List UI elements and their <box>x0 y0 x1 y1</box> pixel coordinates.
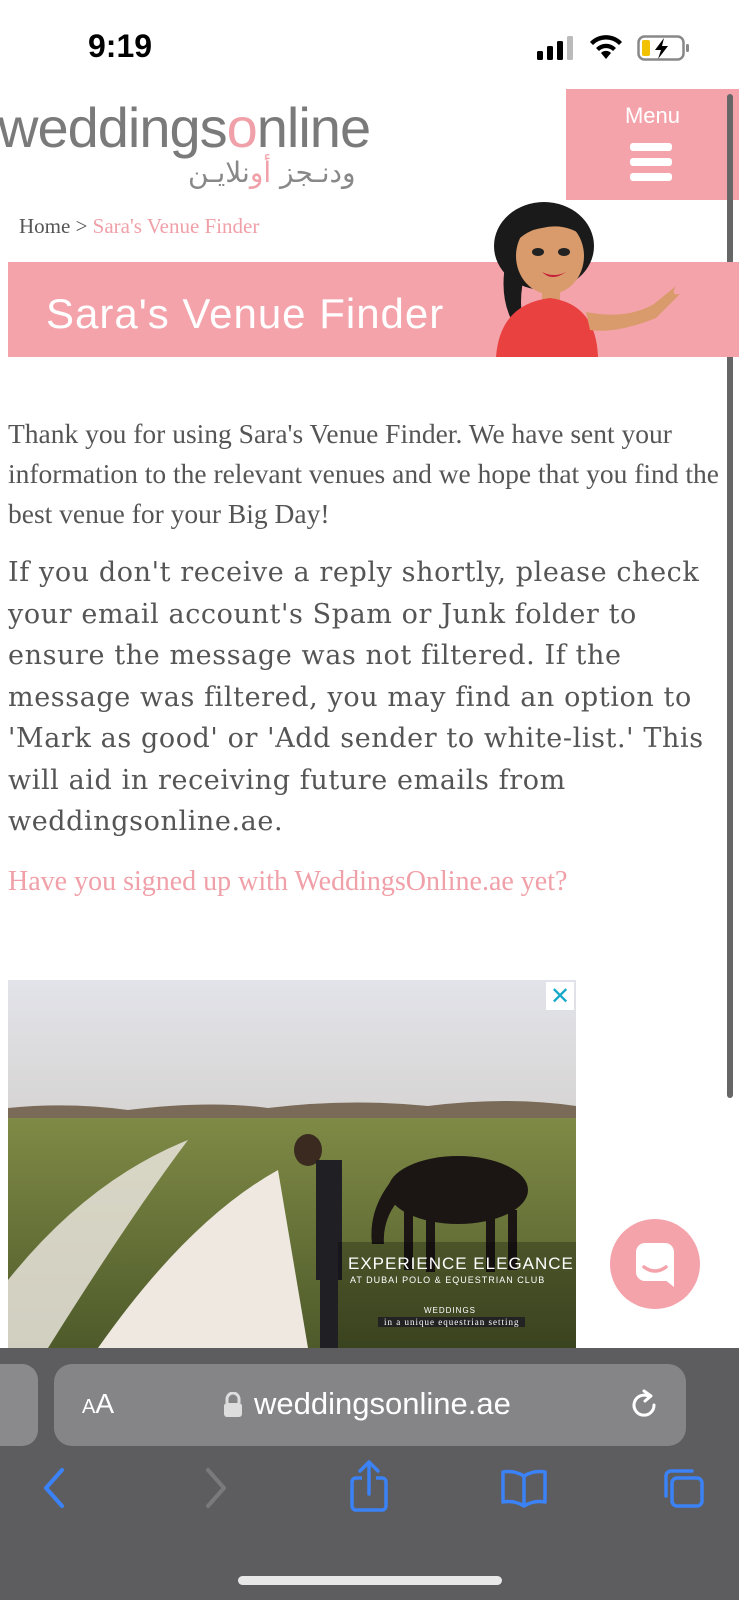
previous-tab-preview[interactable] <box>0 1364 38 1446</box>
logo-wordmark: weddingsonline <box>0 96 371 159</box>
content: Thank you for using Sara's Venue Finder.… <box>8 414 733 843</box>
status-icons <box>537 34 691 62</box>
back-icon[interactable] <box>40 1466 70 1510</box>
page-title: Sara's Venue Finder <box>46 290 445 337</box>
signal-icon <box>537 36 573 60</box>
ad-headline: EXPERIENCE ELEGANCE <box>348 1254 574 1273</box>
address-bar[interactable]: AA weddingsonline.ae <box>54 1364 686 1446</box>
breadcrumb-home[interactable]: Home <box>19 214 70 238</box>
ad-tagline: in a unique equestrian setting <box>378 1317 526 1327</box>
ad-label: WEDDINGS <box>424 1306 476 1315</box>
battery-charging-icon <box>637 35 689 61</box>
spam-notice-message: If you don't receive a reply shortly, pl… <box>8 557 704 837</box>
status-bar: 9:19 <box>0 0 739 90</box>
text-size-button[interactable]: AA <box>82 1388 114 1420</box>
home-indicator[interactable] <box>238 1576 502 1585</box>
menu-button[interactable]: Menu <box>566 89 739 200</box>
lock-icon <box>224 1392 242 1417</box>
site-logo[interactable]: weddingsonline ودنـجز أونلايـن <box>0 96 371 190</box>
logo-arabic: ودنـجز أونلايـن <box>188 156 356 189</box>
bookmarks-icon[interactable] <box>500 1468 548 1508</box>
ad-wedding-photo <box>8 980 576 1348</box>
ad-close-button[interactable]: ✕ <box>546 982 574 1010</box>
signup-link[interactable]: Have you signed up with WeddingsOnline.a… <box>8 866 567 898</box>
wifi-icon <box>590 35 622 59</box>
tabs-icon[interactable] <box>660 1466 706 1510</box>
sara-mascot-illustration <box>494 202 680 357</box>
thank-you-message: Thank you for using Sara's Venue Finder.… <box>8 418 719 529</box>
advertisement[interactable]: EXPERIENCE ELEGANCE AT DUBAI POLO & EQUE… <box>8 980 576 1348</box>
forward-icon[interactable] <box>200 1466 230 1510</box>
status-time: 9:19 <box>88 28 153 64</box>
safari-toolbar <box>0 1460 739 1530</box>
url-text: weddingsonline.ae <box>254 1386 511 1421</box>
reload-icon[interactable] <box>628 1388 662 1422</box>
breadcrumb-current: Sara's Venue Finder <box>92 214 260 238</box>
hamburger-icon <box>630 143 672 181</box>
breadcrumb: Home > Sara's Venue Finder <box>19 214 260 238</box>
safari-browser-chrome: AA weddingsonline.ae <box>0 1348 739 1600</box>
ad-subline: AT DUBAI POLO & EQUESTRIAN CLUB <box>350 1275 546 1285</box>
share-icon[interactable] <box>348 1460 390 1512</box>
chat-icon <box>636 1243 674 1287</box>
chat-button[interactable] <box>610 1219 700 1309</box>
menu-label: Menu <box>624 103 681 128</box>
